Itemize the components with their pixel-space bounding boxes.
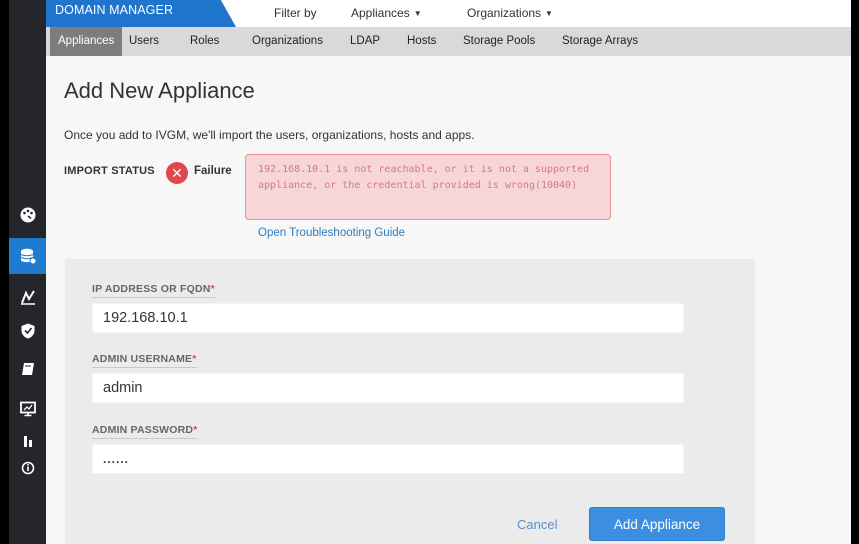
organizations-filter-dropdown[interactable]: Organizations ▼ — [467, 6, 553, 20]
intro-text: Once you add to IVGM, we'll import the u… — [64, 128, 475, 142]
add-appliance-button[interactable]: Add Appliance — [589, 507, 725, 541]
admin-password-label: ADMIN PASSWORD* — [92, 424, 198, 439]
appliances-filter-dropdown[interactable]: Appliances ▼ — [351, 6, 422, 20]
bars-icon[interactable] — [9, 430, 46, 452]
tab-users[interactable]: Users — [129, 27, 159, 56]
main-content: Add New Appliance Once you add to IVGM, … — [46, 56, 851, 544]
error-message: 192.168.10.1 is not reachable, or it is … — [245, 154, 611, 220]
admin-username-input[interactable] — [92, 373, 684, 403]
failure-icon: ✕ — [166, 162, 188, 184]
tab-appliances[interactable]: Appliances — [50, 27, 123, 56]
ip-address-input[interactable] — [92, 303, 684, 333]
status-text: Failure — [194, 165, 232, 177]
filter-by-label: Filter by — [274, 6, 317, 20]
tab-hosts[interactable]: Hosts — [407, 27, 436, 56]
troubleshooting-link[interactable]: Open Troubleshooting Guide — [258, 227, 405, 239]
tab-roles[interactable]: Roles — [190, 27, 219, 56]
analytics-icon[interactable] — [9, 282, 46, 312]
tab-ldap[interactable]: LDAP — [350, 27, 380, 56]
tab-organizations[interactable]: Organizations — [252, 27, 323, 56]
tab-storage-pools[interactable]: Storage Pools — [463, 27, 535, 56]
dashboard-icon[interactable] — [9, 200, 46, 230]
app-window: DOMAIN MANAGER Filter by Appliances ▼ Or… — [9, 0, 851, 544]
caret-down-icon: ▼ — [413, 8, 422, 18]
sidebar — [9, 0, 46, 544]
info-icon[interactable] — [9, 456, 46, 480]
cancel-button[interactable]: Cancel — [517, 517, 557, 532]
shield-icon[interactable] — [9, 316, 46, 346]
top-header: DOMAIN MANAGER Filter by Appliances ▼ Or… — [46, 0, 851, 27]
tab-storage-arrays[interactable]: Storage Arrays — [562, 27, 638, 56]
book-icon[interactable] — [9, 354, 46, 384]
monitor-icon[interactable] — [9, 394, 46, 424]
page-title: Add New Appliance — [64, 78, 255, 103]
admin-username-label: ADMIN USERNAME* — [92, 353, 197, 368]
admin-password-input[interactable] — [92, 444, 684, 474]
import-status-label: IMPORT STATUS — [64, 165, 155, 177]
database-icon[interactable] — [9, 238, 46, 274]
nav-tabs: Appliances Users Roles Organizations LDA… — [46, 27, 851, 56]
brand-title: DOMAIN MANAGER — [46, 0, 236, 27]
ip-address-label: IP ADDRESS OR FQDN* — [92, 283, 215, 298]
appliance-form: IP ADDRESS OR FQDN* ADMIN USERNAME* ADMI… — [65, 259, 755, 544]
caret-down-icon: ▼ — [545, 8, 553, 18]
